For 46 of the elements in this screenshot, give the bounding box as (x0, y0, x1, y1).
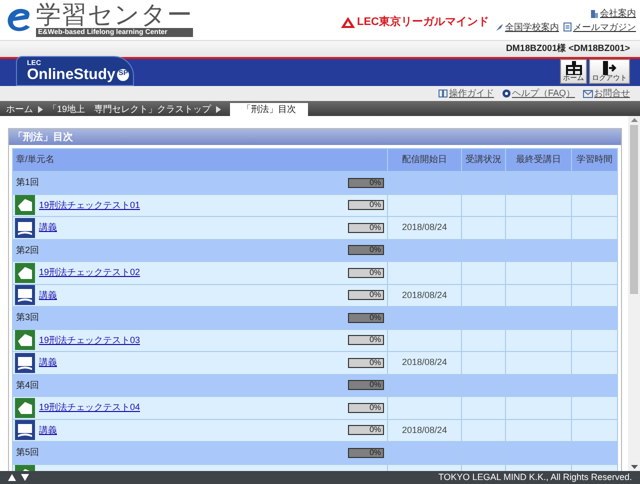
start-date: 2018/08/24 (402, 288, 448, 302)
session-label: 第5回 (15, 446, 40, 459)
brand-name: LEC東京リーガルマインド (357, 14, 489, 30)
logo-title: 学習センター (36, 2, 193, 28)
header-link[interactable]: 全国学校案内 (495, 20, 559, 34)
start-date: 2018/08/24 (402, 221, 448, 234)
tab-label: OnlineStudy (27, 66, 116, 82)
unit-link[interactable]: 講義 (39, 221, 57, 234)
session-label: 第3回 (15, 311, 40, 324)
breadcrumb-item[interactable]: ホーム (4, 103, 35, 116)
help-link[interactable]: お問合せ (583, 86, 630, 100)
progress-text: 0% (369, 379, 381, 392)
progress-text: 0% (369, 176, 381, 189)
unit-link[interactable]: 講義 (39, 356, 57, 370)
copyright: TOKYO LEGAL MIND K.K., All Rights Reserved. (438, 470, 632, 484)
unit-link[interactable]: 19刑法チェックテスト01 (39, 198, 140, 212)
progress-text: 0% (369, 244, 381, 256)
breadcrumb-item[interactable]: 「19地上 専門セレクト」クラストップ (46, 103, 214, 116)
progress-text: 0% (369, 424, 381, 436)
progress-text: 0% (369, 402, 381, 414)
start-date: 2018/08/24 (402, 424, 448, 436)
user-name: DM18BZ001様 <DM18BZ001> (506, 42, 630, 56)
header-link[interactable]: 会社案内 (590, 7, 636, 20)
unit-link[interactable]: 講義 (39, 424, 57, 437)
session-label: 第2回 (15, 244, 40, 256)
progress-text: 0% (369, 199, 381, 212)
progress-text: 0% (369, 356, 381, 369)
progress-text: 0% (369, 446, 381, 459)
unit-link[interactable]: 講義 (39, 288, 57, 302)
progress-text: 0% (369, 334, 381, 346)
column-header: 章/単元名 (15, 153, 56, 166)
panel-title: 「刑法」目次 (13, 130, 73, 144)
unit-link[interactable]: 19刑法チェックテスト04 (39, 401, 140, 414)
unit-link[interactable]: 19刑法チェックテスト03 (39, 334, 140, 347)
help-link[interactable]: 操作ガイド (438, 86, 494, 100)
help-link[interactable]: ヘルプ（FAQ） (502, 86, 575, 100)
session-label: 第1回 (15, 176, 40, 189)
progress-text: 0% (369, 266, 381, 279)
session-label: 第4回 (15, 378, 40, 392)
unit-link[interactable]: 19刑法チェックテスト02 (39, 266, 140, 280)
progress-text: 0% (369, 289, 381, 302)
progress-text: 0% (369, 312, 381, 324)
progress-text: 0% (369, 222, 381, 234)
header-link[interactable]: メールマガジン (563, 20, 636, 34)
start-date: 2018/08/24 (402, 356, 448, 369)
breadcrumb-item[interactable]: 「刑法」目次 (230, 103, 308, 116)
